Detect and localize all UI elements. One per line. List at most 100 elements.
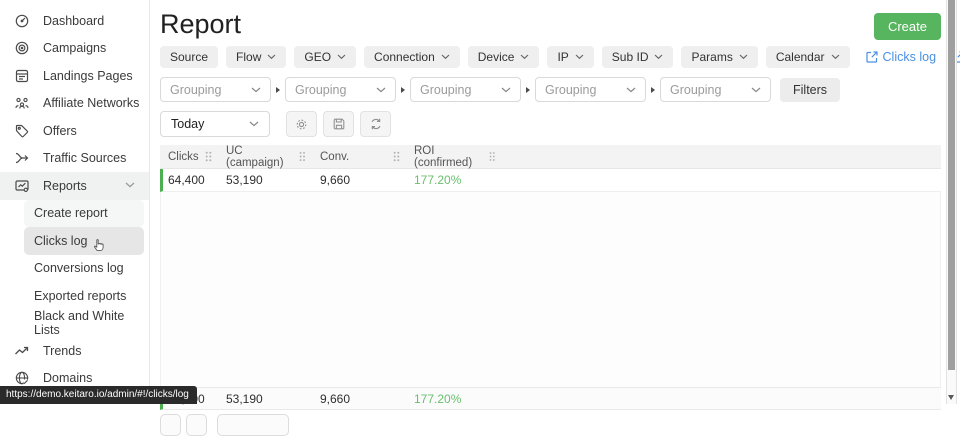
arrow-separator-icon xyxy=(651,87,655,93)
drag-handle-icon[interactable] xyxy=(299,151,306,162)
create-button[interactable]: Create xyxy=(874,13,941,40)
filter-chip-subid[interactable]: Sub ID xyxy=(602,46,674,68)
filters-button[interactable]: Filters xyxy=(780,78,840,102)
settings-button[interactable] xyxy=(286,111,317,137)
grouping-select-3[interactable]: Grouping xyxy=(410,77,521,102)
sidebar-item-exported-reports[interactable]: Exported reports xyxy=(24,282,144,310)
sidebar-item-label: Reports xyxy=(43,179,87,193)
table-empty-area xyxy=(160,192,941,387)
grouping-select-4[interactable]: Grouping xyxy=(535,77,646,102)
drag-handle-icon[interactable] xyxy=(205,151,212,162)
grouping-select-5[interactable]: Grouping xyxy=(660,77,771,102)
drag-handle-icon[interactable] xyxy=(393,151,400,162)
sidebar: Dashboard Campaigns Landings Pages Affil… xyxy=(0,0,150,404)
grouping-placeholder: Grouping xyxy=(545,83,596,97)
column-label: Conv. xyxy=(320,151,349,163)
column-header-roi-confirmed[interactable]: ROI (confirmed) xyxy=(406,145,501,168)
grouping-select-1[interactable]: Grouping xyxy=(160,77,271,102)
sidebar-item-campaigns[interactable]: Campaigns xyxy=(0,35,149,63)
sidebar-item-label: Landings Pages xyxy=(43,69,133,83)
refresh-button[interactable] xyxy=(360,111,391,137)
table-row[interactable]: 64,400 53,190 9,660 177.20% xyxy=(160,169,941,192)
filter-chip-ip[interactable]: IP xyxy=(547,46,593,68)
vertical-scrollbar[interactable] xyxy=(946,0,957,404)
pagination xyxy=(160,414,941,436)
chip-label: IP xyxy=(557,50,568,64)
chevron-down-icon xyxy=(249,121,259,127)
sidebar-item-reports[interactable]: Reports xyxy=(0,172,149,200)
chevron-down-icon xyxy=(337,54,346,60)
date-range-value: Today xyxy=(171,117,204,131)
scrollbar-down-arrow-icon[interactable] xyxy=(948,395,954,400)
link-label: Clicks log xyxy=(883,50,937,64)
campaigns-icon xyxy=(13,40,30,57)
column-label: ROI (confirmed) xyxy=(414,145,489,169)
scrollbar-thumb[interactable] xyxy=(948,0,955,370)
arrow-separator-icon xyxy=(276,87,280,93)
column-header-spacer xyxy=(501,145,941,168)
chip-label: Sub ID xyxy=(612,50,649,64)
pagination-page-size-select[interactable] xyxy=(217,414,289,436)
column-header-clicks[interactable]: Clicks xyxy=(160,145,218,168)
filter-chip-source[interactable]: Source xyxy=(160,46,218,68)
filter-chip-params[interactable]: Params xyxy=(681,46,757,68)
table-footer-row: 64,400 53,190 9,660 177.20% xyxy=(160,387,941,410)
chevron-down-icon xyxy=(501,87,511,93)
grouping-select-2[interactable]: Grouping xyxy=(285,77,396,102)
footer-uc-campaign: 53,190 xyxy=(218,392,312,406)
sidebar-item-create-report[interactable]: Create report xyxy=(24,200,144,228)
sidebar-subitem-label: Conversions log xyxy=(34,261,124,275)
chip-label: GEO xyxy=(304,50,331,64)
chevron-down-icon xyxy=(520,54,529,60)
chevron-down-icon xyxy=(125,182,135,188)
save-icon xyxy=(332,117,346,131)
reports-icon xyxy=(13,177,30,194)
traffic-sources-icon xyxy=(13,150,30,167)
sidebar-item-dashboard[interactable]: Dashboard xyxy=(0,7,149,35)
filter-chip-geo[interactable]: GEO xyxy=(294,46,356,68)
offers-icon xyxy=(13,122,30,139)
sidebar-item-black-white-lists[interactable]: Black and White Lists xyxy=(24,310,144,338)
sidebar-item-label: Affiliate Networks xyxy=(43,96,139,110)
filter-chip-calendar[interactable]: Calendar xyxy=(766,46,850,68)
chip-label: Source xyxy=(170,50,208,64)
pagination-button[interactable] xyxy=(186,414,207,436)
save-report-button[interactable] xyxy=(323,111,354,137)
sidebar-item-traffic-sources[interactable]: Traffic Sources xyxy=(0,145,149,173)
dashboard-icon xyxy=(13,12,30,29)
grouping-placeholder: Grouping xyxy=(420,83,471,97)
sidebar-item-trends[interactable]: Trends xyxy=(0,337,149,365)
sidebar-item-clicks-log[interactable]: Clicks log xyxy=(24,227,144,255)
sidebar-item-landings-pages[interactable]: Landings Pages xyxy=(0,62,149,90)
sidebar-item-label: Domains xyxy=(43,371,92,385)
chevron-down-icon xyxy=(267,54,276,60)
sidebar-item-affiliate-networks[interactable]: Affiliate Networks xyxy=(0,90,149,118)
sidebar-subitem-label: Clicks log xyxy=(34,234,88,248)
chevron-down-icon xyxy=(739,54,748,60)
statusbar-url: https://demo.keitaro.io/admin/#!/clicks/… xyxy=(0,386,197,404)
chevron-down-icon xyxy=(654,54,663,60)
filter-chip-device[interactable]: Device xyxy=(468,46,540,68)
sidebar-item-label: Dashboard xyxy=(43,14,104,28)
sidebar-item-label: Campaigns xyxy=(43,41,106,55)
refresh-icon xyxy=(369,117,383,131)
filter-chip-bar: Source Flow GEO Connection Device IP xyxy=(160,46,941,68)
sidebar-item-label: Trends xyxy=(43,344,81,358)
sidebar-subitem-label: Exported reports xyxy=(34,289,126,303)
sidebar-item-offers[interactable]: Offers xyxy=(0,117,149,145)
affiliate-networks-icon xyxy=(13,95,30,112)
chip-label: Params xyxy=(691,50,732,64)
sidebar-subitem-label: Black and White Lists xyxy=(34,309,144,337)
sidebar-item-conversions-log[interactable]: Conversions log xyxy=(24,255,144,283)
arrow-separator-icon xyxy=(526,87,530,93)
pagination-button[interactable] xyxy=(160,414,181,436)
filter-chip-flow[interactable]: Flow xyxy=(226,46,286,68)
column-label: UC (campaign) xyxy=(226,145,299,169)
clicks-log-link[interactable]: Clicks log xyxy=(866,50,937,64)
trends-icon xyxy=(13,342,30,359)
date-range-select[interactable]: Today xyxy=(160,111,270,137)
column-header-conv[interactable]: Conv. xyxy=(312,145,406,168)
column-header-uc-campaign[interactable]: UC (campaign) xyxy=(218,145,312,168)
filter-chip-connection[interactable]: Connection xyxy=(364,46,460,68)
drag-handle-icon[interactable] xyxy=(489,151,495,162)
